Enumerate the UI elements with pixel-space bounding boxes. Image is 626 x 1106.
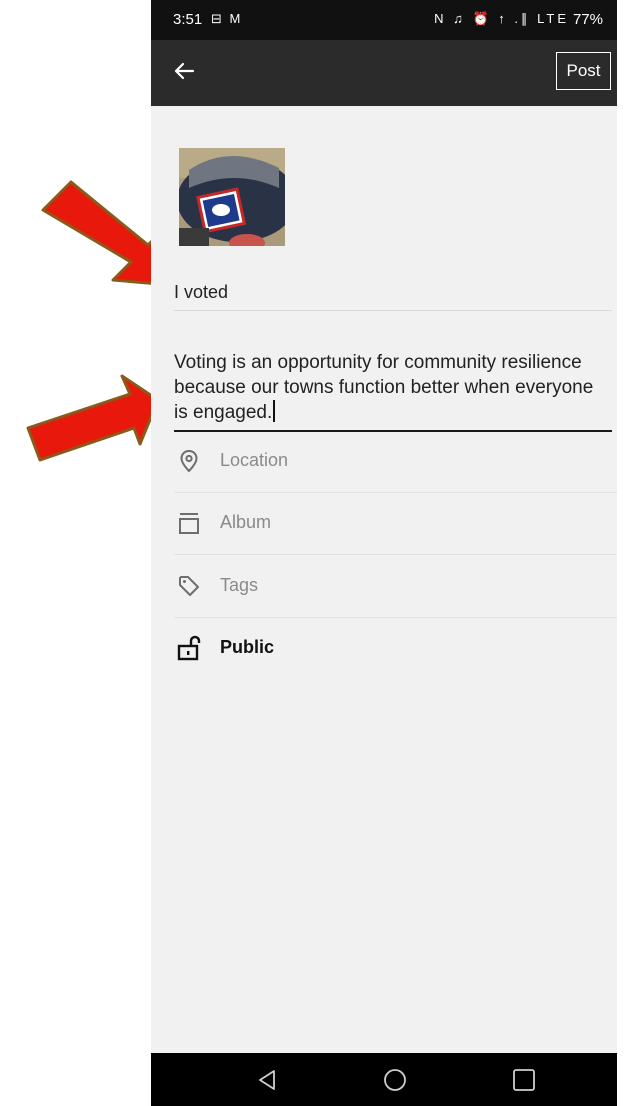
navigation-bar (151, 1053, 617, 1106)
unlocked-icon (177, 635, 201, 661)
caption-text: Voting is an opportunity for community r… (174, 352, 594, 423)
title-input[interactable]: I voted (174, 282, 612, 311)
nav-home-icon[interactable] (382, 1068, 408, 1092)
phone-screen: 3:51 ⊟ M N ♫ ⏰ ↑ .∥ LTE 77% Post I voted… (151, 0, 617, 1106)
notification-icons: ⊟ M (211, 11, 243, 26)
back-arrow-icon[interactable] (173, 60, 195, 82)
album-row[interactable]: Album (174, 492, 617, 555)
nav-back-icon[interactable] (254, 1068, 280, 1092)
tag-icon (179, 576, 199, 596)
visibility-label: Public (220, 637, 275, 657)
caption-input[interactable]: Voting is an opportunity for community r… (174, 350, 612, 432)
app-bar: Post (151, 40, 617, 106)
system-status-icons: N ♫ ⏰ ↑ .∥ LTE (434, 11, 569, 26)
status-time: 3:51 (173, 11, 203, 28)
visibility-row[interactable]: Public (174, 617, 617, 679)
post-photo-thumbnail[interactable] (179, 148, 285, 246)
location-label: Location (220, 450, 289, 470)
album-icon (179, 513, 199, 534)
tags-row[interactable]: Tags (174, 555, 617, 618)
location-pin-icon (180, 449, 198, 473)
tags-label: Tags (220, 575, 259, 595)
status-bar: 3:51 ⊟ M N ♫ ⏰ ↑ .∥ LTE 77% (151, 0, 617, 40)
post-button[interactable]: Post (556, 52, 611, 90)
battery-percent: 77% (572, 11, 603, 28)
annotation-arrow-caption (26, 374, 160, 462)
album-label: Album (220, 512, 272, 532)
nav-recents-icon[interactable] (511, 1068, 537, 1092)
text-cursor (273, 400, 276, 422)
location-row[interactable]: Location (174, 430, 617, 493)
